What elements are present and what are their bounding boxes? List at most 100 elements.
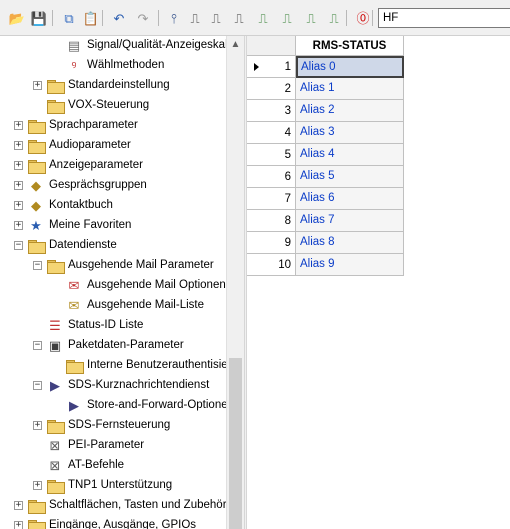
expand-icon[interactable]: + [14,141,23,150]
expand-icon[interactable]: + [14,121,23,130]
row-number[interactable]: 4 [247,122,296,144]
tree-item[interactable]: + Eingänge, Ausgänge, GPIOs [0,516,230,529]
tree-item-label: VOX-Steuerung [68,99,150,111]
alias-cell[interactable]: Alias 6 [296,188,404,210]
expand-icon[interactable]: + [14,501,23,510]
undo-icon[interactable]: ↶ [110,9,128,27]
tree-item-label: Schaltflächen, Tasten und Zubehör [49,499,227,511]
radio-write-icon[interactable]: ⎍ [207,9,225,27]
tree-item[interactable]: + Standardeinstellung [0,76,230,96]
column-header[interactable]: RMS-STATUS [296,36,404,56]
tree-item[interactable]: − Ausgehende Mail Parameter [0,256,230,276]
alias-cell[interactable]: Alias 3 [296,122,404,144]
tree-item[interactable]: Interne Benutzerauthentisieru [0,356,238,376]
expand-icon[interactable]: + [14,221,23,230]
search-input[interactable] [378,8,510,28]
tree-scrollbar[interactable]: ▲ [226,36,244,529]
tree-item[interactable]: + Audioparameter [0,136,230,156]
tree-item[interactable]: VOX-Steuerung [0,96,230,116]
signal-meter-icon: ▤ [67,38,81,53]
tree-item[interactable]: + Anzeigeparameter [0,156,230,176]
folder-icon [28,240,46,254]
pin-icon[interactable]: ⫯ [165,9,183,27]
folder-icon [28,500,46,514]
radio-check-icon[interactable]: ⎍ [325,9,343,27]
tree-item-label: Paketdaten-Parameter [68,339,184,351]
tree-item[interactable]: ⊠ PEI-Parameter [0,436,230,456]
radio-signal-icon[interactable]: ⎍ [302,9,320,27]
expand-icon[interactable]: + [14,181,23,190]
tree-item[interactable]: ⊠ AT-Befehle [0,456,230,476]
radio-upgrade-icon[interactable]: ⎍ [278,9,296,27]
expand-icon[interactable]: + [14,161,23,170]
tree-item[interactable]: + SDS-Fernsteuerung [0,416,230,436]
alias-cell[interactable]: Alias 1 [296,78,404,100]
row-number[interactable]: 10 [247,254,296,276]
tree-item-label: Signal/Qualität-Anzeigeskala [87,39,235,51]
row-number[interactable]: 1 [247,56,296,78]
tree-item[interactable]: ꝰ Wählmethoden [0,56,230,76]
alias-cell[interactable]: Alias 8 [296,232,404,254]
alias-cell[interactable]: Alias 7 [296,210,404,232]
folder-icon [66,360,84,374]
row-number[interactable]: 7 [247,188,296,210]
collapse-icon[interactable]: − [33,341,42,350]
tree-item-label: AT-Befehle [68,459,125,471]
radio-read-icon[interactable]: ⎍ [186,9,204,27]
grid-corner[interactable] [247,36,296,56]
open-folder-icon[interactable]: 📂 [8,9,26,27]
navigation-tree[interactable]: ▤ Signal/Qualität-Anzeigeskala ꝰ Wählmethod… [0,36,244,529]
paste-icon[interactable]: 📋 [82,9,100,27]
stop-icon[interactable]: ⓪ [354,9,372,27]
folder-icon [28,140,46,154]
favorites-icon: ★ [30,218,42,233]
tree-item[interactable]: ✉ Ausgehende Mail-Liste [0,296,230,316]
tree-item-label: Meine Favoriten [49,219,132,231]
save-icon[interactable]: 💾 [30,9,48,27]
row-number[interactable]: 5 [247,144,296,166]
alias-cell[interactable]: Alias 0 [296,56,404,78]
tree-item-label: Standardeinstellung [68,79,170,91]
tree-item[interactable]: − ▣ Paketdaten-Parameter [0,336,230,356]
folder-icon [28,160,46,174]
row-number[interactable]: 8 [247,210,296,232]
tree-item-label: Wählmethoden [87,59,165,71]
tree-item[interactable]: + Sprachparameter [0,116,230,136]
row-number[interactable]: 9 [247,232,296,254]
collapse-icon[interactable]: − [14,241,23,250]
radio-clone-icon[interactable]: ⎍ [254,9,272,27]
radio-program-icon[interactable]: ⎍ [230,9,248,27]
collapse-icon[interactable]: − [33,261,42,270]
tree-item[interactable]: ▤ Signal/Qualität-Anzeigeskala [0,36,234,56]
alias-cell[interactable]: Alias 9 [296,254,404,276]
scroll-up-icon[interactable]: ▲ [227,36,244,53]
expand-icon[interactable]: + [14,521,23,529]
row-number[interactable]: 3 [247,100,296,122]
tree-item[interactable]: ▶ Store-and-Forward-Optionen [0,396,234,416]
row-number[interactable]: 6 [247,166,296,188]
tree-item[interactable]: + ◆ Kontaktbuch [0,196,230,216]
expand-icon[interactable]: + [33,481,42,490]
row-number[interactable]: 2 [247,78,296,100]
tree-item[interactable]: + Schaltflächen, Tasten und Zubehör [0,496,230,516]
expand-icon[interactable]: + [33,421,42,430]
redo-icon[interactable]: ↷ [134,9,152,27]
tree-item-label: Ausgehende Mail Parameter [68,259,214,271]
tree-item[interactable]: ✉ Ausgehende Mail Optionen [0,276,230,296]
toolbar-separator [372,10,373,26]
expand-icon[interactable]: + [33,81,42,90]
packet-data-icon: ▣ [48,338,62,353]
collapse-icon[interactable]: − [33,381,42,390]
alias-cell[interactable]: Alias 4 [296,144,404,166]
copy-icon[interactable]: ⧉ [60,9,78,27]
tree-item[interactable]: + TNP1 Unterstützung [0,476,230,496]
scroll-thumb[interactable] [229,358,242,529]
tree-item[interactable]: − ▶ SDS-Kurznachrichtendienst [0,376,230,396]
tree-item[interactable]: + ★ Meine Favoriten [0,216,230,236]
alias-cell[interactable]: Alias 5 [296,166,404,188]
expand-icon[interactable]: + [14,201,23,210]
tree-item[interactable]: ☰ Status-ID Liste [0,316,230,336]
tree-item[interactable]: + ◆ Gesprächsgruppen [0,176,230,196]
tree-item[interactable]: − Datendienste [0,236,230,256]
alias-cell[interactable]: Alias 2 [296,100,404,122]
